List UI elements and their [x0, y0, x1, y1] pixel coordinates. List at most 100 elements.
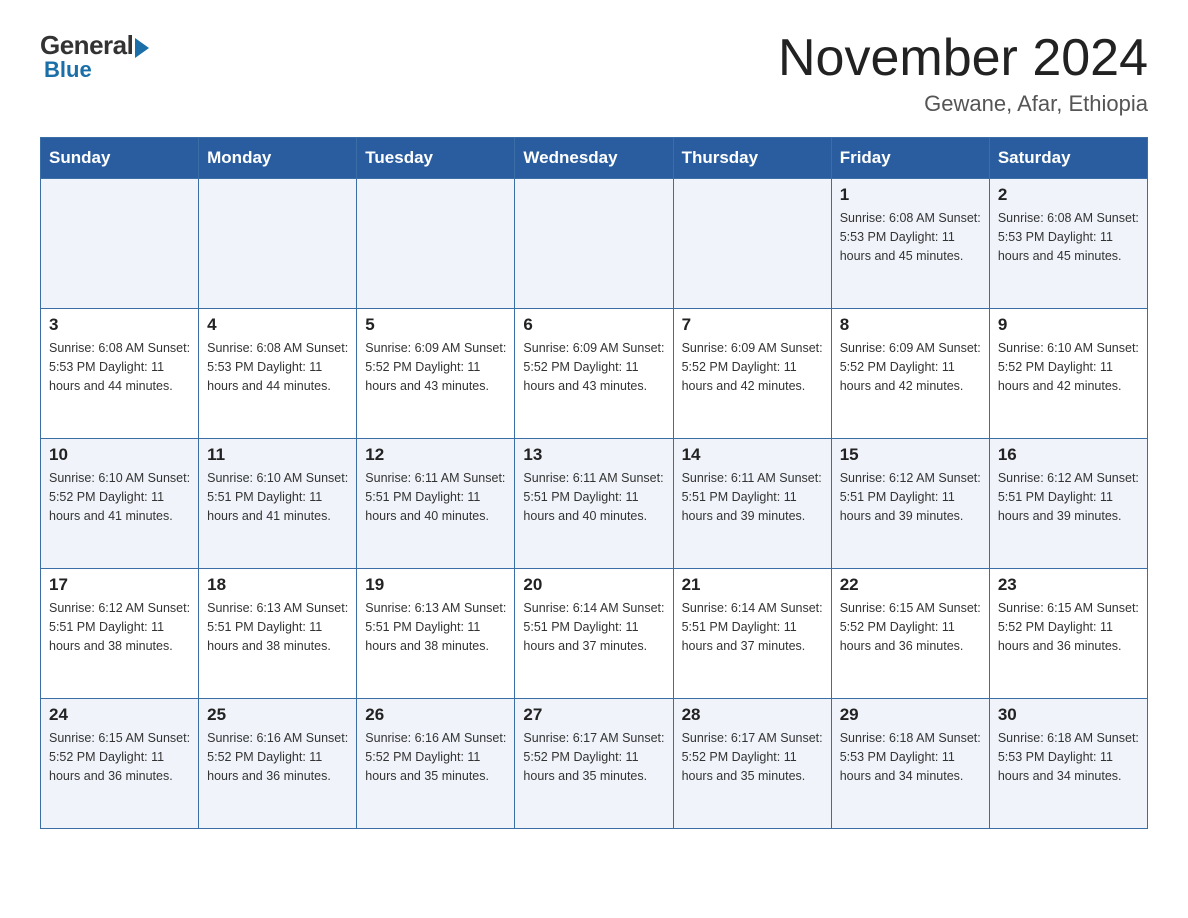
day-info: Sunrise: 6:08 AM Sunset: 5:53 PM Dayligh…	[207, 339, 348, 395]
day-number: 11	[207, 445, 348, 465]
day-info: Sunrise: 6:15 AM Sunset: 5:52 PM Dayligh…	[840, 599, 981, 655]
day-info: Sunrise: 6:10 AM Sunset: 5:52 PM Dayligh…	[49, 469, 190, 525]
day-info: Sunrise: 6:09 AM Sunset: 5:52 PM Dayligh…	[523, 339, 664, 395]
calendar-cell: 27 Sunrise: 6:17 AM Sunset: 5:52 PM Dayli…	[515, 699, 673, 829]
day-info: Sunrise: 6:14 AM Sunset: 5:51 PM Dayligh…	[682, 599, 823, 655]
day-number: 29	[840, 705, 981, 725]
day-number: 25	[207, 705, 348, 725]
day-info: Sunrise: 6:13 AM Sunset: 5:51 PM Dayligh…	[207, 599, 348, 655]
calendar-cell: 10Sunrise: 6:10 AM Sunset: 5:52 PM Dayli…	[41, 439, 199, 569]
day-number: 4	[207, 315, 348, 335]
day-number: 12	[365, 445, 506, 465]
day-number: 20	[523, 575, 664, 595]
title-area: November 2024 Gewane, Afar, Ethiopia	[778, 30, 1148, 117]
calendar-week-row: 17 Sunrise: 6:12 AM Sunset: 5:51 PM Dayli…	[41, 569, 1148, 699]
calendar-cell: 6Sunrise: 6:09 AM Sunset: 5:52 PM Daylig…	[515, 309, 673, 439]
month-title: November 2024	[778, 30, 1148, 87]
day-info: Sunrise: 6:10 AM Sunset: 5:51 PM Dayligh…	[207, 469, 348, 525]
day-number: 18	[207, 575, 348, 595]
calendar-cell: 24Sunrise: 6:15 AM Sunset: 5:52 PM Dayli…	[41, 699, 199, 829]
calendar-cell: 28Sunrise: 6:17 AM Sunset: 5:52 PM Dayli…	[673, 699, 831, 829]
day-info: Sunrise: 6:10 AM Sunset: 5:52 PM Dayligh…	[998, 339, 1139, 395]
calendar-cell: 20 Sunrise: 6:14 AM Sunset: 5:51 PM Dayli…	[515, 569, 673, 699]
day-number: 14	[682, 445, 823, 465]
calendar-cell: 16 Sunrise: 6:12 AM Sunset: 5:51 PM Dayli…	[989, 439, 1147, 569]
calendar-cell: 4 Sunrise: 6:08 AM Sunset: 5:53 PM Daylig…	[199, 309, 357, 439]
calendar-cell: 19 Sunrise: 6:13 AM Sunset: 5:51 PM Dayli…	[357, 569, 515, 699]
calendar-cell	[41, 179, 199, 309]
day-number: 21	[682, 575, 823, 595]
day-info: Sunrise: 6:09 AM Sunset: 5:52 PM Dayligh…	[682, 339, 823, 395]
day-number: 19	[365, 575, 506, 595]
day-header-wednesday: Wednesday	[515, 138, 673, 179]
calendar-week-row: 10Sunrise: 6:10 AM Sunset: 5:52 PM Dayli…	[41, 439, 1148, 569]
day-info: Sunrise: 6:11 AM Sunset: 5:51 PM Dayligh…	[523, 469, 664, 525]
day-info: Sunrise: 6:12 AM Sunset: 5:51 PM Dayligh…	[840, 469, 981, 525]
calendar-cell	[515, 179, 673, 309]
calendar-cell: 13Sunrise: 6:11 AM Sunset: 5:51 PM Dayli…	[515, 439, 673, 569]
day-number: 5	[365, 315, 506, 335]
day-number: 15	[840, 445, 981, 465]
day-number: 28	[682, 705, 823, 725]
day-info: Sunrise: 6:16 AM Sunset: 5:52 PM Dayligh…	[365, 729, 506, 785]
calendar-cell: 15 Sunrise: 6:12 AM Sunset: 5:51 PM Dayli…	[831, 439, 989, 569]
day-info: Sunrise: 6:14 AM Sunset: 5:51 PM Dayligh…	[523, 599, 664, 655]
logo-arrow-icon	[135, 38, 149, 58]
day-header-friday: Friday	[831, 138, 989, 179]
calendar-week-row: 24Sunrise: 6:15 AM Sunset: 5:52 PM Dayli…	[41, 699, 1148, 829]
calendar-week-row: 3Sunrise: 6:08 AM Sunset: 5:53 PM Daylig…	[41, 309, 1148, 439]
calendar-cell: 14 Sunrise: 6:11 AM Sunset: 5:51 PM Dayli…	[673, 439, 831, 569]
day-info: Sunrise: 6:08 AM Sunset: 5:53 PM Dayligh…	[840, 209, 981, 265]
calendar-cell	[357, 179, 515, 309]
day-info: Sunrise: 6:15 AM Sunset: 5:52 PM Dayligh…	[998, 599, 1139, 655]
day-header-saturday: Saturday	[989, 138, 1147, 179]
logo: General Blue	[40, 30, 149, 83]
calendar-week-row: 1 Sunrise: 6:08 AM Sunset: 5:53 PM Daylig…	[41, 179, 1148, 309]
calendar-cell: 9Sunrise: 6:10 AM Sunset: 5:52 PM Daylig…	[989, 309, 1147, 439]
logo-blue-text: Blue	[44, 57, 92, 83]
day-info: Sunrise: 6:12 AM Sunset: 5:51 PM Dayligh…	[49, 599, 190, 655]
day-number: 17	[49, 575, 190, 595]
day-info: Sunrise: 6:17 AM Sunset: 5:52 PM Dayligh…	[523, 729, 664, 785]
day-info: Sunrise: 6:16 AM Sunset: 5:52 PM Dayligh…	[207, 729, 348, 785]
day-info: Sunrise: 6:13 AM Sunset: 5:51 PM Dayligh…	[365, 599, 506, 655]
calendar-table: SundayMondayTuesdayWednesdayThursdayFrid…	[40, 137, 1148, 829]
day-info: Sunrise: 6:08 AM Sunset: 5:53 PM Dayligh…	[49, 339, 190, 395]
day-number: 24	[49, 705, 190, 725]
day-info: Sunrise: 6:08 AM Sunset: 5:53 PM Dayligh…	[998, 209, 1139, 265]
day-number: 2	[998, 185, 1139, 205]
day-info: Sunrise: 6:09 AM Sunset: 5:52 PM Dayligh…	[365, 339, 506, 395]
calendar-cell: 8Sunrise: 6:09 AM Sunset: 5:52 PM Daylig…	[831, 309, 989, 439]
day-info: Sunrise: 6:12 AM Sunset: 5:51 PM Dayligh…	[998, 469, 1139, 525]
day-number: 22	[840, 575, 981, 595]
calendar-cell: 5 Sunrise: 6:09 AM Sunset: 5:52 PM Daylig…	[357, 309, 515, 439]
calendar-cell: 25 Sunrise: 6:16 AM Sunset: 5:52 PM Dayli…	[199, 699, 357, 829]
day-number: 27	[523, 705, 664, 725]
header: General Blue November 2024 Gewane, Afar,…	[40, 30, 1148, 117]
calendar-cell: 11 Sunrise: 6:10 AM Sunset: 5:51 PM Dayli…	[199, 439, 357, 569]
day-info: Sunrise: 6:11 AM Sunset: 5:51 PM Dayligh…	[365, 469, 506, 525]
calendar-cell: 17 Sunrise: 6:12 AM Sunset: 5:51 PM Dayli…	[41, 569, 199, 699]
calendar-cell	[673, 179, 831, 309]
calendar-cell: 22 Sunrise: 6:15 AM Sunset: 5:52 PM Dayli…	[831, 569, 989, 699]
day-info: Sunrise: 6:11 AM Sunset: 5:51 PM Dayligh…	[682, 469, 823, 525]
calendar-cell: 1 Sunrise: 6:08 AM Sunset: 5:53 PM Daylig…	[831, 179, 989, 309]
day-number: 1	[840, 185, 981, 205]
calendar-cell: 30Sunrise: 6:18 AM Sunset: 5:53 PM Dayli…	[989, 699, 1147, 829]
calendar-cell	[199, 179, 357, 309]
day-header-tuesday: Tuesday	[357, 138, 515, 179]
day-header-thursday: Thursday	[673, 138, 831, 179]
location-title: Gewane, Afar, Ethiopia	[778, 91, 1148, 117]
calendar-cell: 12 Sunrise: 6:11 AM Sunset: 5:51 PM Dayli…	[357, 439, 515, 569]
calendar-header-row: SundayMondayTuesdayWednesdayThursdayFrid…	[41, 138, 1148, 179]
calendar-cell: 7 Sunrise: 6:09 AM Sunset: 5:52 PM Daylig…	[673, 309, 831, 439]
day-number: 7	[682, 315, 823, 335]
calendar-cell: 18 Sunrise: 6:13 AM Sunset: 5:51 PM Dayli…	[199, 569, 357, 699]
calendar-cell: 23Sunrise: 6:15 AM Sunset: 5:52 PM Dayli…	[989, 569, 1147, 699]
calendar-cell: 29 Sunrise: 6:18 AM Sunset: 5:53 PM Dayli…	[831, 699, 989, 829]
day-number: 26	[365, 705, 506, 725]
day-info: Sunrise: 6:18 AM Sunset: 5:53 PM Dayligh…	[840, 729, 981, 785]
day-header-sunday: Sunday	[41, 138, 199, 179]
day-number: 16	[998, 445, 1139, 465]
day-info: Sunrise: 6:09 AM Sunset: 5:52 PM Dayligh…	[840, 339, 981, 395]
